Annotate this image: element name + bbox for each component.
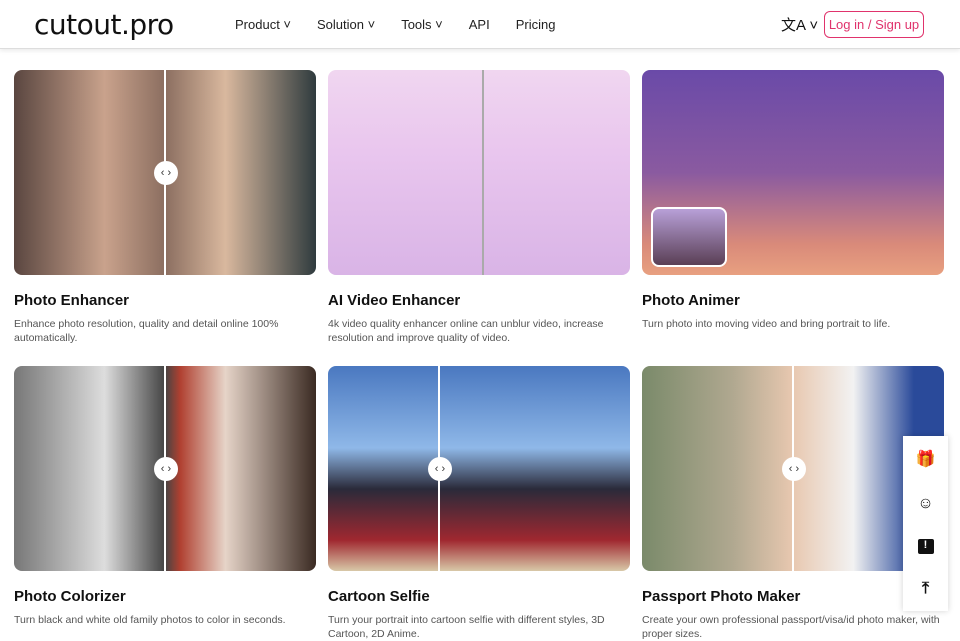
card-desc: 4k video quality enhancer online can unb… (328, 318, 604, 344)
compare-handle[interactable]: ‹ › (428, 456, 452, 481)
card-title[interactable]: Passport Photo Maker (642, 588, 944, 605)
card-title[interactable]: Cartoon Selfie (328, 588, 630, 605)
card-cartoon-selfie[interactable]: ‹ › Cartoon Selfie Turn your portrait in… (328, 366, 630, 641)
language-icon[interactable]: 文A ˅ (781, 14, 818, 35)
menu-product[interactable]: Product ˅ (235, 17, 291, 32)
card-video-enhancer[interactable]: AI Video Enhancer 4k video quality enhan… (328, 70, 630, 345)
main-menu: Product ˅ Solution ˅ Tools ˅ API Pricing (235, 17, 581, 32)
card-desc: Turn black and white old family photos t… (14, 614, 286, 626)
card-photo-animer[interactable]: Photo Animer Turn photo into moving vide… (642, 70, 944, 331)
support-icon[interactable]: ☺ (917, 495, 933, 513)
menu-tools[interactable]: Tools ˅ (401, 17, 443, 32)
card-image (328, 70, 630, 275)
card-image: ‹ › (14, 70, 316, 275)
card-photo-colorizer[interactable]: ‹ › Photo Colorizer Turn black and white… (14, 366, 316, 627)
floating-sidebar: 🎁 ☺ ! ⤒ (903, 436, 948, 611)
card-photo-enhancer[interactable]: ‹ › Photo Enhancer Enhance photo resolut… (14, 70, 316, 345)
feedback-icon[interactable]: ! (917, 539, 934, 554)
compare-divider[interactable] (482, 70, 484, 275)
card-title[interactable]: Photo Enhancer (14, 292, 316, 309)
card-desc: Turn your portrait into cartoon selfie w… (328, 614, 605, 640)
card-passport-photo[interactable]: ‹ › Passport Photo Maker Create your own… (642, 366, 944, 641)
card-title[interactable]: Photo Animer (642, 292, 944, 309)
compare-handle[interactable]: ‹ › (154, 456, 178, 481)
top-nav: cutout.pro Product ˅ Solution ˅ Tools ˅ … (0, 0, 960, 49)
menu-pricing[interactable]: Pricing (516, 17, 556, 32)
thumbnail-preview (651, 207, 727, 267)
logo[interactable]: cutout.pro (34, 8, 174, 41)
card-image: ‹ › (328, 366, 630, 571)
card-image: ‹ › (14, 366, 316, 571)
card-title[interactable]: Photo Colorizer (14, 588, 316, 605)
card-title[interactable]: AI Video Enhancer (328, 292, 630, 309)
menu-solution[interactable]: Solution ˅ (317, 17, 375, 32)
login-button[interactable]: Log in / Sign up (824, 11, 924, 38)
menu-api[interactable]: API (469, 17, 490, 32)
gift-icon[interactable]: 🎁 (916, 449, 936, 469)
back-to-top-icon[interactable]: ⤒ (922, 580, 929, 598)
compare-handle[interactable]: ‹ › (782, 456, 806, 481)
card-desc: Enhance photo resolution, quality and de… (14, 318, 279, 344)
card-desc: Turn photo into moving video and bring p… (642, 318, 891, 330)
compare-handle[interactable]: ‹ › (154, 160, 178, 185)
card-image: ‹ › (642, 366, 944, 571)
card-desc: Create your own professional passport/vi… (642, 614, 940, 640)
card-image (642, 70, 944, 275)
